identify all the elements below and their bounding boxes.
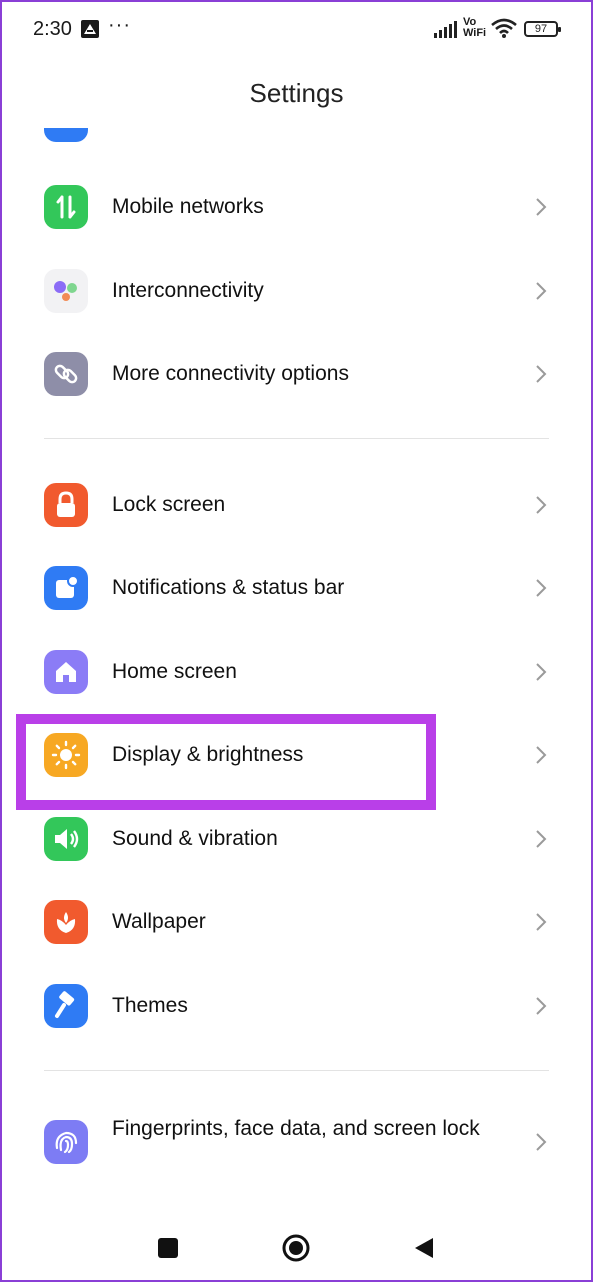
status-bar: 2:30 ··· Vo WiFi 97	[0, 0, 593, 60]
partial-settings-icon	[44, 128, 88, 144]
notification-icon	[44, 566, 88, 610]
flower-icon	[44, 900, 88, 944]
settings-item-themes[interactable]: Themes	[0, 966, 593, 1046]
settings-item-label: Home screen	[112, 660, 237, 683]
settings-item-label: Interconnectivity	[112, 279, 264, 302]
app-notification-icon	[80, 19, 100, 44]
settings-item-label: Wallpaper	[112, 910, 206, 933]
home-icon	[44, 650, 88, 694]
link-icon	[44, 352, 88, 396]
highlight-box	[16, 714, 436, 810]
fingerprint-icon	[44, 1120, 88, 1164]
chevron-right-icon	[536, 365, 547, 383]
settings-item-sound-vibration[interactable]: Sound & vibration	[0, 799, 593, 879]
chevron-right-icon	[536, 198, 547, 216]
settings-item-wallpaper[interactable]: Wallpaper	[0, 882, 593, 962]
settings-item-label: Fingerprints, face data, and screen lock	[112, 1117, 480, 1140]
mobile-data-icon	[44, 185, 88, 229]
settings-item-notifications[interactable]: Notifications & status bar	[0, 548, 593, 628]
battery-indicator: 97	[524, 21, 561, 37]
home-button[interactable]	[282, 1234, 310, 1262]
settings-item-label: Sound & vibration	[112, 827, 278, 850]
brush-icon	[44, 984, 88, 1028]
settings-item-home-screen[interactable]: Home screen	[0, 632, 593, 712]
settings-item-label: Themes	[112, 994, 188, 1017]
back-button[interactable]	[410, 1234, 438, 1262]
settings-item-label: Lock screen	[112, 493, 226, 516]
chevron-right-icon	[536, 282, 547, 300]
chevron-right-icon	[536, 1133, 547, 1151]
interconnectivity-icon	[44, 269, 88, 313]
settings-item-lock-screen[interactable]: Lock screen	[0, 465, 593, 545]
chevron-right-icon	[536, 579, 547, 597]
recents-button[interactable]	[154, 1234, 182, 1262]
settings-item-mobile-networks[interactable]: Mobile networks	[0, 167, 593, 247]
settings-item-interconnectivity[interactable]: Interconnectivity	[0, 251, 593, 331]
settings-item-more-connectivity[interactable]: More connectivity options	[0, 334, 593, 414]
vowifi-indicator: Vo WiFi	[463, 17, 486, 39]
group-divider	[44, 1070, 549, 1071]
group-divider	[44, 438, 549, 439]
square-icon	[158, 1238, 178, 1258]
triangle-icon	[415, 1238, 433, 1258]
chevron-right-icon	[536, 830, 547, 848]
chevron-right-icon	[536, 746, 547, 764]
settings-item-fingerprints[interactable]: Fingerprints, face data, and screen lock	[0, 1102, 593, 1182]
circle-icon	[282, 1234, 310, 1262]
more-notifications-icon: ···	[108, 14, 131, 36]
settings-item-label: Notifications & status bar	[112, 576, 345, 599]
vowifi-line2: WiFi	[463, 27, 487, 39]
settings-item-label: Mobile networks	[112, 195, 264, 218]
chevron-right-icon	[536, 496, 547, 514]
navigation-bar	[0, 1212, 593, 1282]
settings-item-label: More connectivity options	[112, 362, 349, 385]
wifi-icon	[491, 18, 517, 43]
page-title: Settings	[249, 78, 344, 108]
speaker-icon	[44, 817, 88, 861]
status-time: 2:30	[33, 18, 72, 40]
signal-icon	[434, 20, 460, 43]
chevron-right-icon	[536, 913, 547, 931]
lock-icon	[44, 483, 88, 527]
chevron-right-icon	[536, 997, 547, 1015]
chevron-right-icon	[536, 663, 547, 681]
